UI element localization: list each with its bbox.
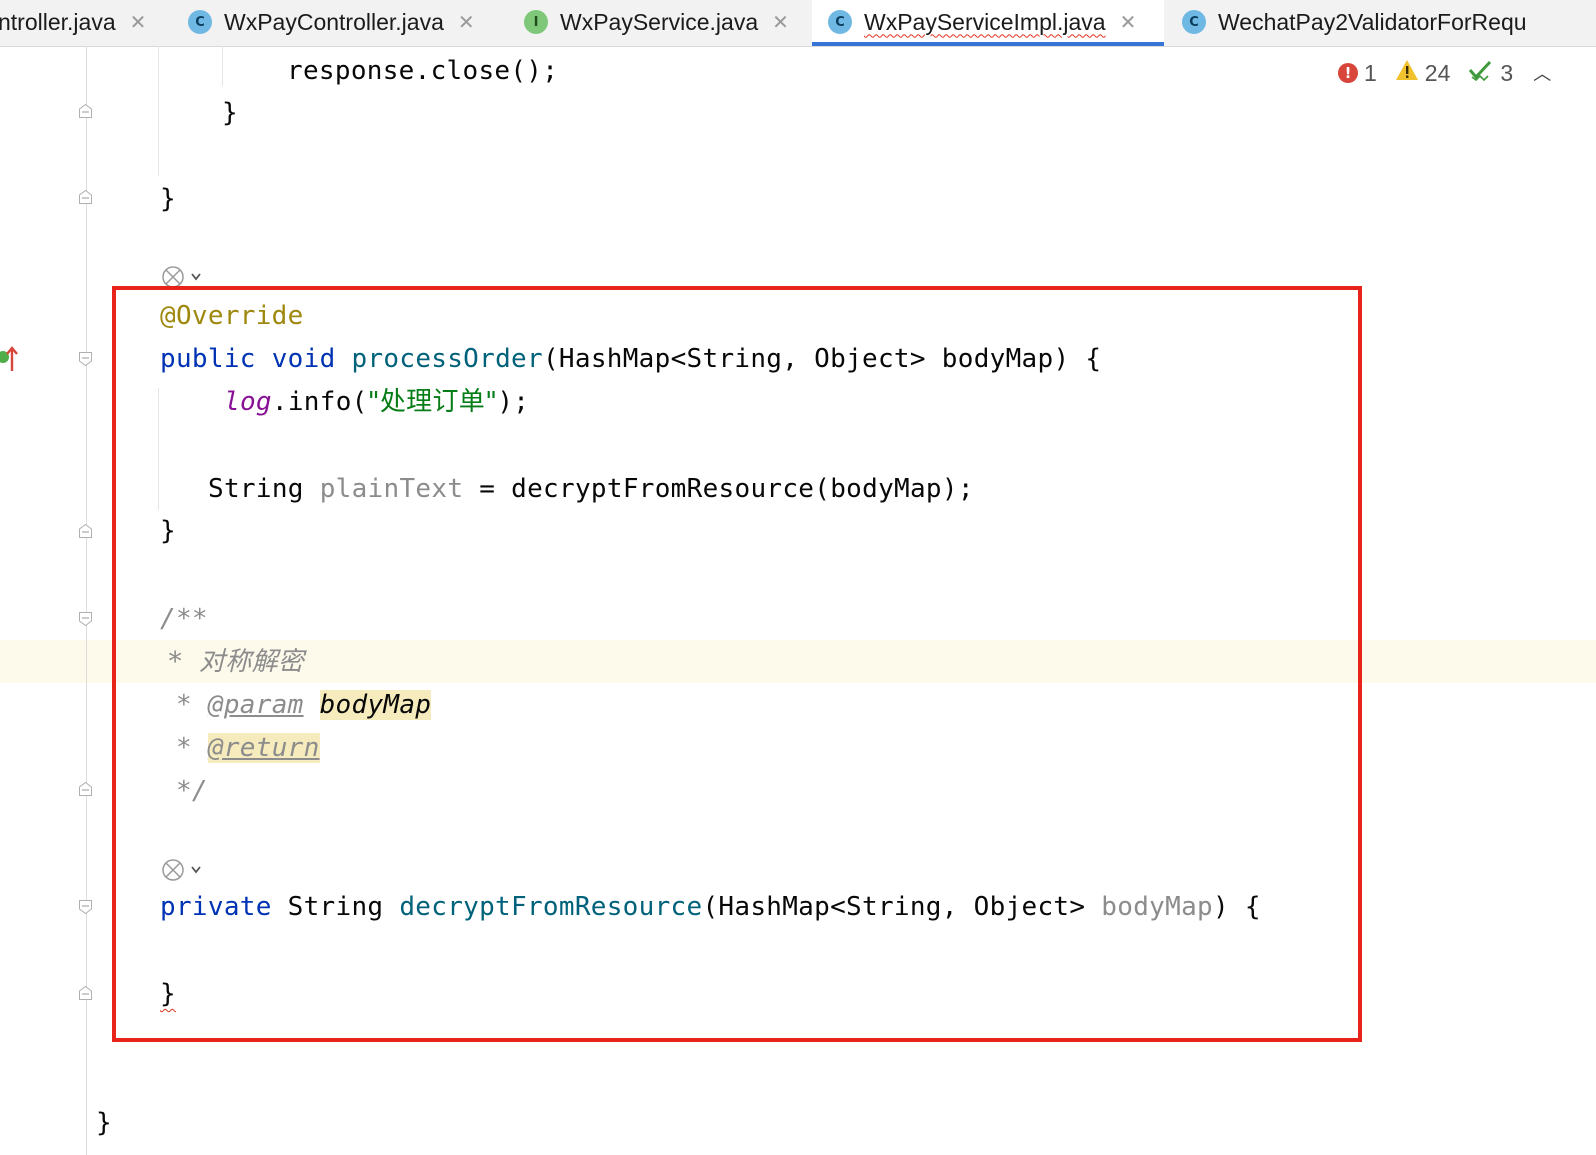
fold-end-icon[interactable] <box>79 986 92 1000</box>
close-icon[interactable]: ✕ <box>130 10 147 34</box>
inspection-widget[interactable]: ! 1 24 3 ︿ <box>1338 58 1551 88</box>
code-line[interactable]: response.close(); <box>287 56 558 86</box>
indent-guide <box>222 46 223 86</box>
double-check-icon <box>1468 59 1494 87</box>
tab-label: WxPayController.java <box>224 8 444 35</box>
fold-start-icon[interactable] <box>79 900 92 914</box>
class-icon: C <box>188 10 212 34</box>
code-line[interactable]: } <box>160 184 176 214</box>
tab-label: WxPayServiceImpl.java <box>864 8 1106 35</box>
fold-end-icon[interactable] <box>79 190 92 204</box>
error-count[interactable]: ! 1 <box>1338 60 1377 87</box>
code-line[interactable]: } <box>96 1108 112 1138</box>
tab-wxpaycontroller[interactable]: C WxPayController.java ✕ <box>188 0 475 44</box>
indent-guide <box>158 46 159 176</box>
code-line[interactable]: } <box>222 98 238 128</box>
tab-label: WxPayService.java <box>560 8 759 35</box>
typo-ok-count[interactable]: 3 <box>1468 59 1513 87</box>
tab-controller[interactable]: ntroller.java ✕ <box>0 0 146 44</box>
close-icon[interactable]: ✕ <box>772 10 789 34</box>
red-highlight-box <box>112 286 1362 1042</box>
warning-icon <box>1395 59 1419 87</box>
fold-start-icon[interactable] <box>79 352 92 366</box>
implements-method-icon[interactable] <box>0 345 22 373</box>
fold-end-icon[interactable] <box>79 104 92 118</box>
error-icon: ! <box>1338 63 1358 83</box>
close-icon[interactable]: ✕ <box>1120 10 1137 34</box>
editor-tab-bar: ntroller.java ✕ C WxPayController.java ✕… <box>0 0 1596 47</box>
fold-end-icon[interactable] <box>79 524 92 538</box>
fold-end-icon[interactable] <box>79 782 92 796</box>
fold-start-icon[interactable] <box>79 612 92 626</box>
tab-label: ntroller.java <box>0 8 116 35</box>
close-icon[interactable]: ✕ <box>458 10 475 34</box>
tab-label: WechatPay2ValidatorForRequ <box>1218 8 1527 35</box>
tab-wxpayserviceimpl[interactable]: C WxPayServiceImpl.java ✕ <box>812 0 1164 46</box>
chevron-up-icon[interactable]: ︿ <box>1533 60 1551 86</box>
tab-wechatpay2validator[interactable]: C WechatPay2ValidatorForRequ <box>1182 0 1527 44</box>
warning-count[interactable]: 24 <box>1395 59 1450 87</box>
tab-wxpayservice[interactable]: I WxPayService.java ✕ <box>524 0 789 44</box>
class-icon: C <box>1182 10 1206 34</box>
interface-icon: I <box>524 10 548 34</box>
class-icon: C <box>828 10 852 34</box>
